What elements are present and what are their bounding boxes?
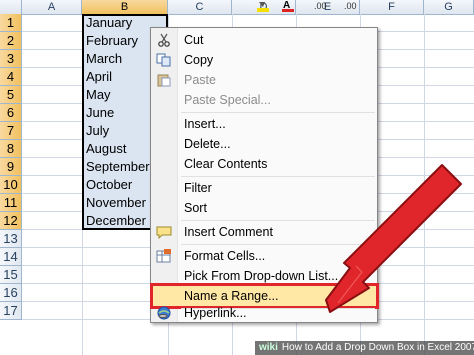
red-arrow-icon [325,164,462,313]
footer-caption: wiki How to Add a Drop Down Box in Excel … [255,341,474,355]
footer-title: How to Add a Drop Down Box in Excel 2007 [281,342,474,353]
footer-brand: wiki [259,342,278,353]
